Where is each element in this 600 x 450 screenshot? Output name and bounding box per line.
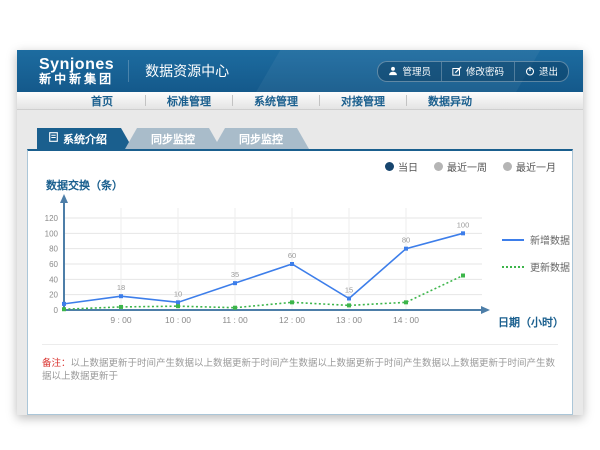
- line-chart: 0 20 40 60 80 100 120 9 : 00 10 : 00 11 : 00 12 : …: [36, 192, 572, 340]
- svg-text:120: 120: [45, 214, 59, 223]
- y-axis-title: 数据交换（条）: [46, 177, 572, 192]
- chart-panel: 当日 最近一周 最近一月 数据交换（条） 0 20 40 60 80 100 120 9 : …: [27, 149, 573, 415]
- svg-text:18: 18: [117, 283, 125, 292]
- logo-chinese: 新中新集团: [39, 73, 114, 86]
- tab-system-intro[interactable]: 系统介绍: [37, 128, 133, 149]
- logout-button[interactable]: 退出: [514, 62, 568, 81]
- range-label: 最近一周: [447, 159, 487, 174]
- nav-item-home[interactable]: 首页: [59, 93, 145, 109]
- radio-selected-icon: [385, 162, 394, 171]
- time-range-selector: 当日 最近一周 最近一月: [28, 151, 572, 173]
- note-text: 以上数据更新于时间产生数据以上数据更新于时间产生数据以上数据更新于时间产生数据以…: [42, 358, 555, 382]
- svg-text:60: 60: [288, 251, 296, 260]
- logo-english: Synjones: [39, 56, 114, 74]
- svg-text:60: 60: [49, 260, 58, 269]
- company-logo: Synjones 新中新集团: [39, 56, 114, 87]
- note-label: 备注：: [42, 358, 71, 369]
- nav-item-data-change[interactable]: 数据异动: [407, 93, 493, 109]
- svg-text:9 : 00: 9 : 00: [110, 315, 132, 325]
- svg-text:80: 80: [402, 236, 410, 245]
- x-axis-title: 日期（小时）: [498, 314, 564, 330]
- footnote: 备注：以上数据更新于时间产生数据以上数据更新于时间产生数据以上数据更新于时间产生…: [42, 344, 558, 384]
- svg-text:35: 35: [231, 270, 239, 279]
- admin-user-button[interactable]: 管理员: [378, 62, 441, 81]
- main-nav: 首页 标准管理 系统管理 对接管理 数据异动: [17, 92, 583, 110]
- tab-label: 系统介绍: [63, 131, 107, 147]
- solid-line-icon: [502, 239, 524, 241]
- range-option-last-week[interactable]: 最近一周: [434, 159, 487, 174]
- dotted-line-icon: [502, 266, 524, 268]
- top-header: Synjones 新中新集团 数据资源中心 管理员 修改密码 退出: [17, 50, 583, 92]
- admin-user-label: 管理员: [402, 64, 431, 78]
- content-area: 系统介绍 同步监控 同步监控 当日 最近一周: [17, 110, 583, 415]
- change-password-button[interactable]: 修改密码: [441, 62, 514, 81]
- range-option-last-month[interactable]: 最近一月: [503, 159, 556, 174]
- tab-label: 同步监控: [151, 131, 195, 147]
- radio-unselected-icon: [503, 162, 512, 171]
- svg-text:13 : 00: 13 : 00: [336, 315, 362, 325]
- svg-text:20: 20: [49, 291, 58, 300]
- nav-item-system-mgmt[interactable]: 系统管理: [233, 93, 319, 109]
- tab-sync-monitor-1[interactable]: 同步监控: [125, 128, 221, 149]
- svg-text:14 : 00: 14 : 00: [393, 315, 419, 325]
- header-action-group: 管理员 修改密码 退出: [377, 61, 569, 82]
- svg-text:10 : 00: 10 : 00: [165, 315, 191, 325]
- edit-icon: [452, 66, 462, 76]
- legend-item-new-data[interactable]: 新增数据: [502, 232, 570, 247]
- tab-label: 同步监控: [239, 131, 283, 147]
- svg-text:100: 100: [45, 229, 59, 238]
- svg-text:100: 100: [457, 220, 470, 229]
- change-password-label: 修改密码: [466, 64, 504, 78]
- chart-legend: 新增数据 更新数据: [502, 232, 570, 274]
- tab-bar: 系统介绍 同步监控 同步监控: [37, 128, 573, 149]
- range-label: 最近一月: [516, 159, 556, 174]
- svg-text:0: 0: [54, 306, 59, 315]
- document-icon: [49, 132, 58, 145]
- svg-text:11 : 00: 11 : 00: [222, 315, 248, 325]
- app-window: Synjones 新中新集团 数据资源中心 管理员 修改密码 退出: [17, 50, 583, 415]
- logout-label: 退出: [539, 64, 558, 78]
- legend-item-updated-data[interactable]: 更新数据: [502, 259, 570, 274]
- range-label: 当日: [398, 159, 418, 174]
- range-option-today[interactable]: 当日: [385, 159, 418, 174]
- page-title: 数据资源中心: [128, 60, 229, 82]
- svg-text:80: 80: [49, 245, 58, 254]
- radio-unselected-icon: [434, 162, 443, 171]
- nav-item-standard-mgmt[interactable]: 标准管理: [146, 93, 232, 109]
- power-icon: [525, 66, 535, 76]
- svg-text:10: 10: [174, 289, 182, 298]
- nav-item-interface-mgmt[interactable]: 对接管理: [320, 93, 406, 109]
- svg-text:15: 15: [345, 286, 353, 295]
- svg-text:40: 40: [49, 275, 58, 284]
- tab-sync-monitor-2[interactable]: 同步监控: [213, 128, 309, 149]
- legend-label: 更新数据: [530, 259, 570, 274]
- legend-label: 新增数据: [530, 232, 570, 247]
- chart-canvas: 0 20 40 60 80 100 120 9 : 00 10 : 00 11 : 00 12 : …: [36, 192, 491, 337]
- user-icon: [388, 66, 398, 76]
- svg-text:12 : 00: 12 : 00: [279, 315, 305, 325]
